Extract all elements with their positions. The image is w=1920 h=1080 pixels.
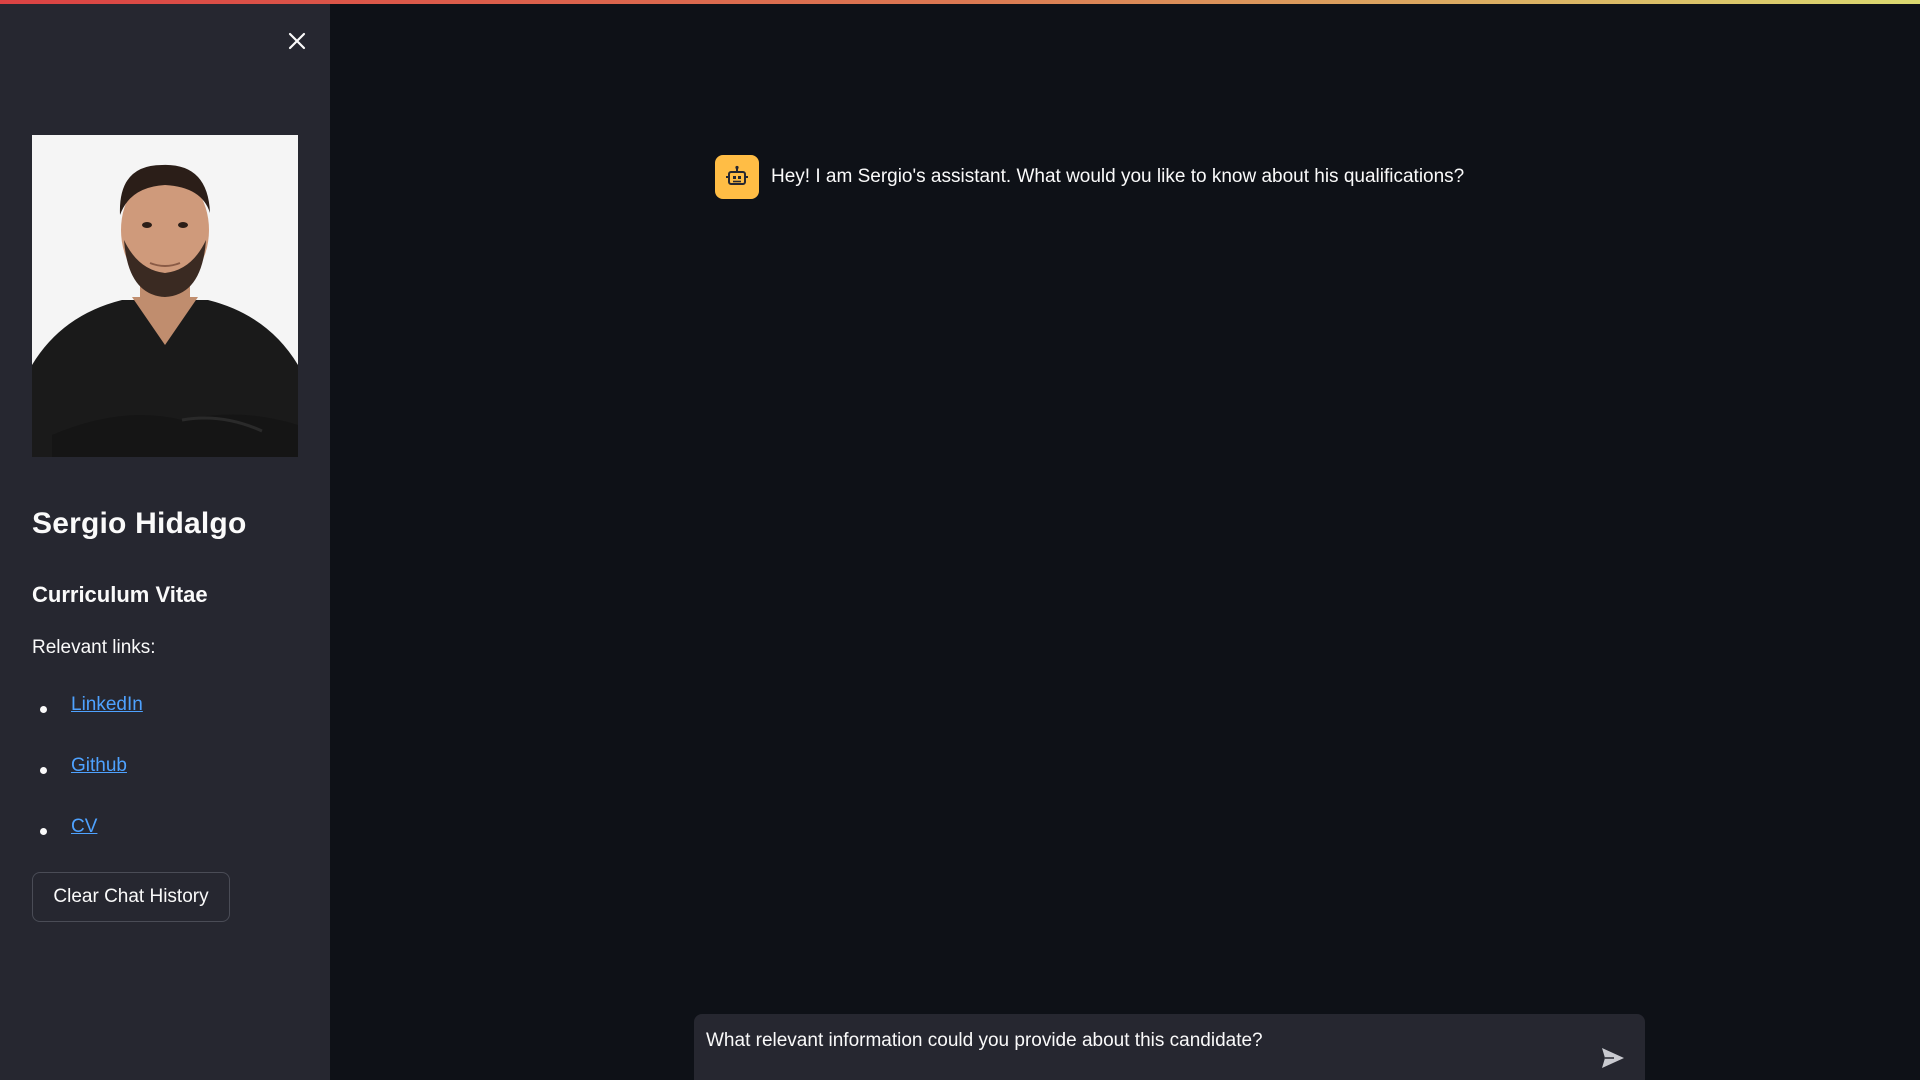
links-list: LinkedIn Github CV: [32, 694, 143, 877]
profile-subtitle: Curriculum Vitae: [32, 582, 208, 607]
robot-icon: [726, 165, 748, 185]
linkedin-link[interactable]: LinkedIn: [71, 694, 143, 716]
send-icon: [1602, 1048, 1624, 1068]
profile-name: Sergio Hidalgo: [32, 507, 247, 540]
sidebar: Sergio Hidalgo Curriculum Vitae Relevant…: [0, 4, 330, 1080]
links-label: Relevant links:: [32, 637, 156, 658]
assistant-message: Hey! I am Sergio's assistant. What would…: [715, 155, 1464, 199]
clear-chat-history-button[interactable]: Clear Chat History: [32, 872, 230, 922]
assistant-message-text: Hey! I am Sergio's assistant. What would…: [771, 166, 1465, 187]
chat-input-container: [694, 1014, 1645, 1080]
cv-link[interactable]: CV: [71, 816, 97, 838]
bot-avatar: [715, 155, 759, 199]
send-button[interactable]: [1599, 1044, 1627, 1072]
chat-input[interactable]: [706, 1030, 1566, 1052]
close-sidebar-button[interactable]: [282, 26, 312, 56]
bullet-icon: [40, 828, 47, 835]
list-item: LinkedIn: [32, 694, 143, 755]
list-item: CV: [32, 816, 143, 877]
close-icon: [288, 32, 306, 50]
list-item: Github: [32, 755, 143, 816]
profile-photo: [32, 135, 298, 457]
bullet-icon: [40, 767, 47, 774]
bullet-icon: [40, 706, 47, 713]
github-link[interactable]: Github: [71, 755, 127, 777]
